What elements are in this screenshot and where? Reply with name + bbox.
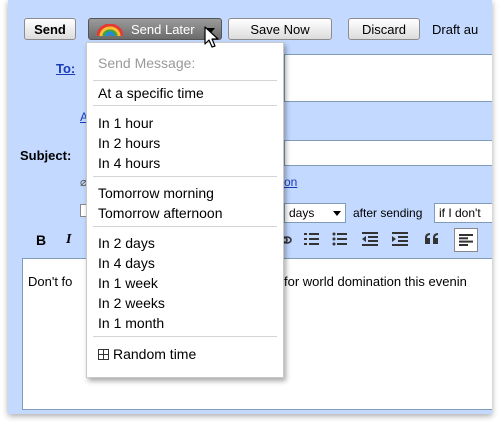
menu-item-specific-time[interactable]: At a specific time [98, 84, 204, 102]
menu-item-random-time-label: Random time [113, 346, 197, 362]
after-sending-label: after sending [353, 206, 423, 220]
menu-item-in-1-week[interactable]: In 1 week [98, 274, 158, 292]
numbered-list-icon[interactable] [304, 232, 320, 246]
compose-window: Send Send Later Save Now Discard Draft a… [8, 0, 492, 414]
send-later-menu: Send Message: At a specific time In 1 ho… [86, 42, 284, 378]
menu-item-random-time[interactable]: Random time [98, 345, 196, 363]
draft-status: Draft au [432, 22, 479, 37]
menu-divider [93, 176, 277, 177]
mouse-pointer-icon [204, 26, 219, 48]
condition-select[interactable]: if I don't [434, 203, 492, 223]
send-later-label: Send Later [131, 22, 195, 37]
bulleted-list-icon[interactable] [332, 232, 348, 246]
outdent-icon[interactable] [362, 232, 378, 246]
menu-item-in-1-hour[interactable]: In 1 hour [98, 114, 153, 132]
rainbow-arc-logo-icon [97, 24, 123, 36]
menu-divider [93, 80, 277, 81]
menu-item-in-4-days[interactable]: In 4 days [98, 254, 155, 272]
message-body-text-start: Don't fo [28, 274, 73, 289]
bold-button[interactable]: B [36, 232, 46, 248]
to-field[interactable] [284, 54, 492, 102]
italic-button[interactable]: I [66, 232, 71, 248]
days-select-value: days [289, 206, 315, 220]
subject-label: Subject: [20, 148, 72, 163]
message-body-text-end: for world domination this evenin [284, 274, 467, 289]
to-label[interactable]: To: [56, 61, 75, 76]
attach-file-link[interactable]: on [284, 175, 297, 189]
chevron-down-icon [333, 211, 341, 216]
menu-item-in-2-weeks[interactable]: In 2 weeks [98, 294, 165, 312]
menu-header: Send Message: [98, 55, 196, 71]
days-select[interactable]: days [284, 203, 346, 223]
menu-item-tomorrow-afternoon[interactable]: Tomorrow afternoon [98, 204, 223, 222]
align-left-button[interactable] [454, 228, 478, 252]
menu-item-in-2-days[interactable]: In 2 days [98, 234, 155, 252]
menu-item-in-1-month[interactable]: In 1 month [98, 314, 164, 332]
menu-divider [93, 336, 277, 337]
send-button[interactable]: Send [24, 18, 76, 40]
indent-icon[interactable] [392, 232, 408, 246]
subject-field[interactable] [284, 140, 492, 166]
discard-button[interactable]: Discard [348, 18, 420, 40]
send-later-button[interactable]: Send Later [88, 18, 222, 40]
menu-item-in-4-hours[interactable]: In 4 hours [98, 154, 160, 172]
menu-item-in-2-hours[interactable]: In 2 hours [98, 134, 160, 152]
grid-icon [98, 349, 109, 360]
align-left-icon [459, 234, 473, 246]
menu-divider [93, 105, 277, 106]
quote-icon[interactable] [424, 232, 440, 246]
menu-item-tomorrow-morning[interactable]: Tomorrow morning [98, 184, 214, 202]
menu-divider [93, 226, 277, 227]
save-now-button[interactable]: Save Now [228, 18, 332, 40]
